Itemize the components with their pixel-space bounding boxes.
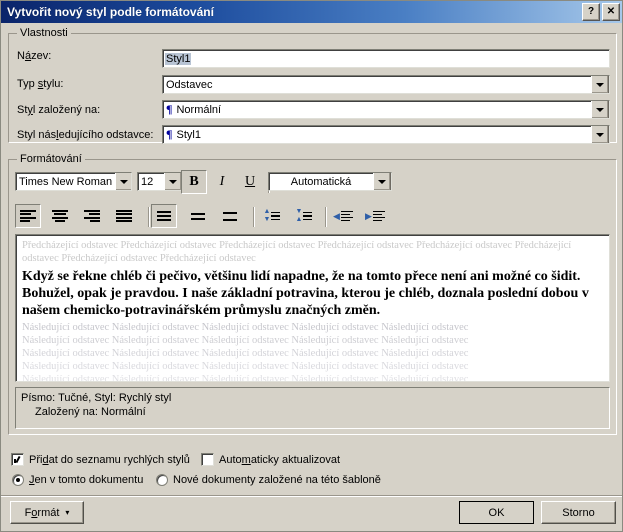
chevron-down-icon: ▾ [65,508,70,517]
increase-space-after-button[interactable]: ▼ ▲ [289,204,319,228]
cancel-button[interactable]: Storno [541,501,616,524]
align-justify-button[interactable] [111,204,137,228]
line-spacing-single-icon [157,210,171,222]
auto-update-checkbox[interactable]: Automaticky aktualizovat [201,453,340,466]
line-spacing-double-icon [223,210,237,222]
style-type-value: Odstavec [166,78,213,91]
chevron-down-icon[interactable] [591,76,609,93]
next-style-combo[interactable]: ¶ Styl1 [162,125,610,144]
add-to-quick-styles-checkbox[interactable]: Přidat do seznamu rychlých stylů [11,453,190,466]
align-center-button[interactable] [47,204,73,228]
format-button-label: Formát [24,506,60,519]
next-style-row: Styl následujícího odstavce: [17,129,162,141]
new-documents-radio[interactable]: Nové dokumenty založené na této šabloně [156,474,381,486]
chevron-down-icon[interactable] [115,173,131,190]
align-justify-icon [116,210,132,222]
decrease-indent-button[interactable]: ◀ [328,204,358,228]
decrease-space-before-button[interactable]: ▲ ▼ [257,204,287,228]
font-color-value: Automatická [290,175,352,188]
next-style-value: Styl1 [176,128,201,141]
font-size-value: 12 [141,175,154,188]
chevron-down-icon[interactable] [373,173,391,190]
preview-sample-text: Když se řekne chléb či pečivo, většinu l… [22,269,589,318]
preview-after-line: Následující odstavec Následující odstave… [22,348,469,359]
style-preview: Předcházející odstavec Předcházející ods… [15,234,610,382]
title-bar: Vytvořit nový styl podle formátování ? ✕ [1,1,622,23]
radio-unselected-icon[interactable] [156,474,168,486]
font-size-combo[interactable]: 12 [137,172,183,191]
align-left-icon [20,210,36,222]
style-name-input[interactable]: Styl1 [162,49,610,68]
formatting-group-label: Formátování [17,153,85,165]
pilcrow-icon: ¶ [166,102,173,116]
underline-button[interactable]: U [237,170,263,194]
italic-button[interactable]: I [209,170,235,194]
increase-indent-icon: ▶ [365,210,385,222]
based-on-combo[interactable]: ¶ Normální [162,100,610,119]
based-on-label: Styl založený na: [17,104,101,116]
dialog-title: Vytvořit nový styl podle formátování [7,5,214,19]
next-style-label: Styl následujícího odstavce: [17,129,154,141]
close-icon[interactable]: ✕ [602,3,620,21]
radio-selected-icon[interactable] [12,474,24,486]
auto-update-label: Automaticky aktualizovat [219,453,341,466]
decrease-indent-icon: ◀ [333,210,353,222]
new-documents-label: Nové dokumenty založené na této šabloně [173,474,381,486]
line-spacing-single-button[interactable] [151,204,177,228]
increase-indent-button[interactable]: ▶ [360,204,390,228]
style-type-combo[interactable]: Odstavec [162,75,610,94]
preview-after-line: Následující odstavec Následující odstave… [22,335,469,346]
description-line-2: Založený na: Normální [35,406,146,418]
style-description: Písmo: Tučné, Styl: Rychlý styl Založený… [15,387,610,429]
align-right-icon [84,210,100,222]
bold-button[interactable]: B [181,170,207,194]
italic-icon: I [219,174,225,189]
pilcrow-icon: ¶ [166,127,173,141]
style-name-value: Styl1 [165,52,192,65]
checkbox-checked-icon[interactable] [11,453,24,466]
this-document-only-label: Jen v tomto dokumentu [29,474,144,486]
align-right-button[interactable] [79,204,105,228]
space-after-icon: ▼ ▲ [296,208,313,223]
ok-button[interactable]: OK [459,501,534,524]
preview-after-line: Následující odstavec Následující odstave… [22,361,469,372]
name-label: Název: [17,50,52,62]
checkbox-unchecked-icon[interactable] [201,453,214,466]
help-button[interactable]: ? [582,3,600,21]
align-left-button[interactable] [15,204,41,228]
chevron-down-icon[interactable] [164,173,182,190]
line-spacing-1-5-button[interactable] [185,204,211,228]
preview-after-line: Následující odstavec Následující odstave… [22,322,469,333]
type-row: Typ stylu: [17,78,162,90]
space-before-icon: ▲ ▼ [264,208,281,223]
preview-before-paragraph: Předcházející odstavec Předcházející ods… [22,240,572,264]
description-line-1: Písmo: Tučné, Styl: Rychlý styl [21,392,172,404]
font-color-combo[interactable]: Automatická [268,172,392,191]
preview-after-line: Následující odstavec Následující odstave… [22,374,469,382]
line-spacing-1-5-icon [191,210,205,222]
align-center-icon [52,210,68,222]
based-on-value: Normální [176,103,222,116]
this-document-only-radio[interactable]: Jen v tomto dokumentu [12,474,143,486]
chevron-down-icon[interactable] [591,101,609,118]
chevron-down-icon[interactable] [591,126,609,143]
font-family-combo[interactable]: Times New Roman [15,172,132,191]
bold-icon: B [189,174,199,189]
name-row: Název: [17,50,162,62]
create-style-dialog: Vytvořit nový styl podle formátování ? ✕… [0,0,623,532]
based-on-row: Styl založený na: [17,104,162,116]
style-type-label: Typ stylu: [17,78,64,90]
line-spacing-double-button[interactable] [217,204,243,228]
add-to-quick-styles-label: Přidat do seznamu rychlých stylů [29,453,190,466]
underline-icon: U [244,174,256,189]
properties-group-label: Vlastnosti [17,27,71,39]
font-family-value: Times New Roman [19,175,113,188]
format-button[interactable]: Formát ▾ [10,501,84,524]
